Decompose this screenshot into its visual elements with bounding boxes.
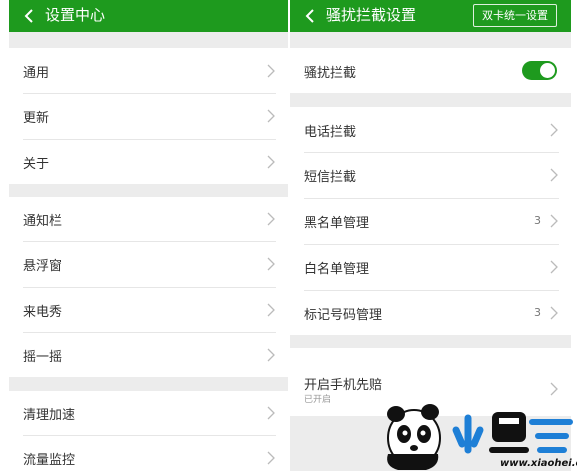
harassment-block-toggle[interactable] bbox=[522, 61, 557, 80]
menu-item-call-block[interactable]: 电话拦截 bbox=[290, 107, 571, 152]
menu-item-label: 关于 bbox=[23, 157, 50, 172]
toggle-knob bbox=[540, 63, 555, 78]
menu-item-label: 悬浮窗 bbox=[23, 259, 63, 274]
chevron-right-icon bbox=[267, 212, 275, 226]
menu-item-label: 流量监控 bbox=[23, 453, 76, 468]
chevron-right-icon bbox=[267, 451, 275, 465]
menu-item-sms-block[interactable]: 短信拦截 bbox=[290, 153, 571, 198]
page-title: 设置中心 bbox=[45, 6, 106, 24]
menu-item-label: 电话拦截 bbox=[304, 125, 357, 140]
menu-item-data-monitor[interactable]: 流量监控 bbox=[9, 436, 288, 471]
xiaohei-watermark-logo: www.xiaohei.com bbox=[387, 404, 577, 470]
menu-item-label: 更新 bbox=[23, 111, 50, 126]
chevron-right-icon bbox=[550, 306, 558, 320]
chevron-right-icon bbox=[550, 168, 558, 182]
chevron-right-icon bbox=[550, 382, 558, 396]
chevron-right-icon bbox=[550, 123, 558, 137]
menu-item-notification-bar[interactable]: 通知栏 bbox=[9, 197, 288, 241]
chevron-right-icon bbox=[550, 214, 558, 228]
menu-item-caller-show[interactable]: 来电秀 bbox=[9, 288, 288, 332]
harassment-block-header: 骚扰拦截设置 双卡统一设置 bbox=[290, 0, 571, 32]
svg-text:www.xiaohei.com: www.xiaohei.com bbox=[500, 458, 577, 469]
settings-group-general: 通用 更新 关于 bbox=[9, 48, 288, 184]
chevron-right-icon bbox=[267, 303, 275, 317]
menu-item-floating-window[interactable]: 悬浮窗 bbox=[9, 242, 288, 287]
menu-item-label: 短信拦截 bbox=[304, 170, 357, 185]
page-title: 骚扰拦截设置 bbox=[326, 6, 417, 24]
chevron-right-icon bbox=[267, 257, 275, 271]
menu-item-label: 清理加速 bbox=[23, 408, 76, 423]
chevron-right-icon bbox=[267, 64, 275, 78]
harassment-block-toggle-row: 骚扰拦截 bbox=[290, 48, 571, 93]
settings-center-header: 设置中心 bbox=[9, 0, 288, 32]
menu-item-whitelist[interactable]: 白名单管理 bbox=[290, 245, 571, 290]
menu-item-label: 白名单管理 bbox=[304, 262, 370, 277]
chevron-right-icon bbox=[267, 406, 275, 420]
chevron-right-icon bbox=[267, 155, 275, 169]
chevron-right-icon bbox=[267, 109, 275, 123]
menu-item-label: 摇一摇 bbox=[23, 350, 63, 365]
menu-item-label: 开启手机先赔 bbox=[304, 378, 383, 393]
blocking-options-group: 电话拦截 短信拦截 黑名单管理 3 白名单管理 标记号码管理 3 bbox=[290, 107, 571, 335]
settings-center-panel: 设置中心 通用 更新 关于 通知栏 悬浮窗 来电秀 摇一摇 清理加速 流量监控 bbox=[9, 0, 288, 471]
blacklist-count: 3 bbox=[534, 214, 541, 227]
menu-item-shake[interactable]: 摇一摇 bbox=[9, 333, 288, 377]
menu-item-label: 标记号码管理 bbox=[304, 308, 383, 323]
menu-item-label: 通用 bbox=[23, 66, 50, 81]
menu-item-about[interactable]: 关于 bbox=[9, 140, 288, 184]
chevron-right-icon bbox=[267, 348, 275, 362]
toggle-label: 骚扰拦截 bbox=[304, 66, 357, 81]
back-arrow-icon[interactable] bbox=[21, 7, 39, 25]
settings-group-tools: 清理加速 流量监控 bbox=[9, 391, 288, 471]
menu-item-update[interactable]: 更新 bbox=[9, 94, 288, 139]
compensation-status: 已开启 bbox=[304, 395, 332, 405]
menu-item-label: 通知栏 bbox=[23, 214, 63, 229]
menu-item-label: 来电秀 bbox=[23, 305, 63, 320]
chevron-right-icon bbox=[550, 260, 558, 274]
marked-numbers-count: 3 bbox=[534, 306, 541, 319]
dual-sim-unified-settings-button[interactable]: 双卡统一设置 bbox=[473, 4, 557, 27]
back-arrow-icon[interactable] bbox=[302, 7, 320, 25]
menu-item-label: 黑名单管理 bbox=[304, 216, 370, 231]
menu-item-general[interactable]: 通用 bbox=[9, 48, 288, 93]
menu-item-marked-numbers[interactable]: 标记号码管理 3 bbox=[290, 291, 571, 335]
menu-item-cleanup-boost[interactable]: 清理加速 bbox=[9, 391, 288, 435]
menu-item-blacklist[interactable]: 黑名单管理 3 bbox=[290, 199, 571, 244]
settings-group-display: 通知栏 悬浮窗 来电秀 摇一摇 bbox=[9, 197, 288, 377]
